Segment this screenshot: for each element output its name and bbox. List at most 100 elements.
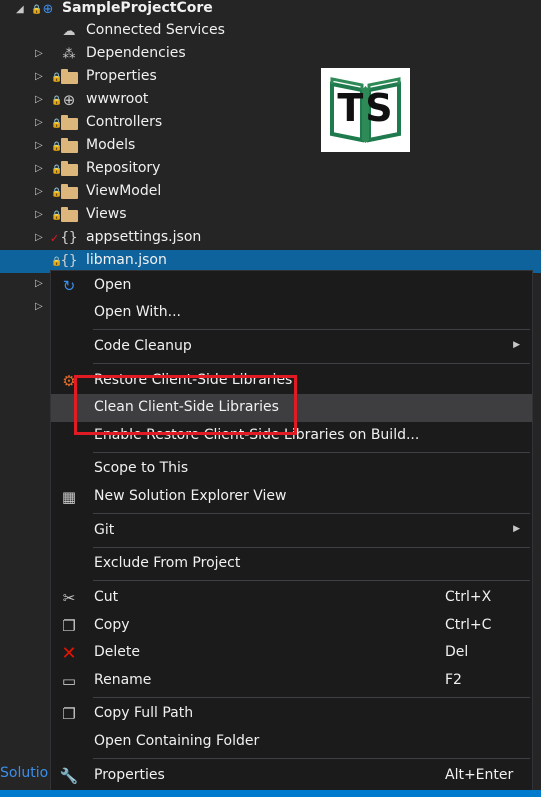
tree-item-models[interactable]: ▷ 🔒 Models	[0, 135, 541, 158]
menu-separator	[93, 758, 530, 759]
collapsed-arrow-icon[interactable]: ▷	[35, 117, 43, 128]
tree-item-label: Views	[86, 206, 127, 222]
menu-item-git[interactable]: Git ▶	[51, 517, 532, 545]
dependencies-icon: ⁂	[62, 46, 76, 62]
tree-item-label: Controllers	[86, 114, 163, 130]
menu-item-open-containing-folder[interactable]: Open Containing Folder	[51, 728, 532, 756]
tree-item-label: Dependencies	[86, 45, 186, 61]
tree-item-appsettings[interactable]: ▷ ✓ {} appsettings.json	[0, 227, 541, 250]
solution-explorer-icon: ▦	[61, 488, 77, 506]
menu-separator	[93, 452, 530, 453]
tree-item-label: Properties	[86, 68, 157, 84]
menu-item-delete[interactable]: ✕ Delete Del	[51, 639, 532, 667]
collapsed-arrow-icon[interactable]: ▷	[35, 209, 43, 220]
tree-item-label: ViewModel	[86, 183, 162, 199]
menu-item-code-cleanup[interactable]: Code Cleanup ▶	[51, 333, 532, 361]
menu-item-label: Cut	[94, 589, 119, 605]
copy-path-icon: ❐	[62, 705, 76, 723]
cloud-icon: ☁	[62, 23, 76, 39]
menu-item-label: Scope to This	[94, 460, 189, 476]
rename-icon: ▭	[61, 672, 77, 690]
folder-icon	[60, 138, 78, 155]
menu-item-copy[interactable]: ❐ Copy Ctrl+C	[51, 612, 532, 640]
context-menu: ↻ Open Open With... Code Cleanup ▶ ⚙ Res…	[50, 270, 533, 797]
collapsed-arrow-icon[interactable]: ▷	[35, 71, 43, 82]
tree-item-wwwroot[interactable]: ▷ 🔒 ⊕ wwwroot	[0, 89, 541, 112]
json-file-icon: {}	[60, 253, 78, 269]
project-name: SampleProjectCore	[62, 0, 213, 16]
folder-icon	[60, 161, 78, 178]
annotation-highlight-box	[74, 375, 297, 435]
menu-item-new-solution-view[interactable]: ▦ New Solution Explorer View	[51, 483, 532, 511]
collapsed-arrow-icon[interactable]: ▷	[35, 301, 43, 312]
solution-explorer-tab[interactable]: Solutio	[0, 765, 50, 785]
menu-item-shortcut: Del	[445, 644, 469, 660]
menu-item-label: Properties	[94, 767, 165, 783]
collapsed-arrow-icon[interactable]: ▷	[35, 186, 43, 197]
menu-item-shortcut: Alt+Enter	[445, 767, 514, 783]
folder-icon	[60, 184, 78, 201]
menu-separator	[93, 547, 530, 548]
tree-item-label: libman.json	[86, 252, 167, 268]
submenu-arrow-icon: ▶	[513, 340, 520, 350]
collapsed-arrow-icon[interactable]: ▷	[35, 278, 43, 289]
menu-item-label: Delete	[94, 644, 140, 660]
status-bar	[0, 790, 541, 797]
tree-item-views[interactable]: ▷ 🔒 Views	[0, 204, 541, 227]
menu-separator	[93, 580, 530, 581]
menu-item-label: Copy Full Path	[94, 705, 194, 721]
menu-item-scope-to-this[interactable]: Scope to This	[51, 455, 532, 483]
menu-item-copy-full-path[interactable]: ❐ Copy Full Path	[51, 700, 532, 728]
menu-item-label: Code Cleanup	[94, 338, 192, 354]
menu-item-shortcut: Ctrl+C	[445, 617, 492, 633]
tree-item-label: appsettings.json	[86, 229, 202, 245]
collapsed-arrow-icon[interactable]: ▷	[35, 48, 43, 59]
tree-item-connected-services[interactable]: ☁ Connected Services	[0, 20, 541, 43]
menu-item-label: Copy	[94, 617, 130, 633]
menu-separator	[93, 513, 530, 514]
menu-item-rename[interactable]: ▭ Rename F2	[51, 667, 532, 695]
menu-item-cut[interactable]: ✂ Cut Ctrl+X	[51, 584, 532, 612]
globe-icon: ⊕	[62, 91, 76, 109]
checkmark-icon: ✓	[50, 232, 60, 245]
menu-item-label: Open Containing Folder	[94, 733, 260, 749]
tree-root-project[interactable]: ◢ 🔒 ⊕ SampleProjectCore	[0, 0, 541, 21]
menu-item-open-with[interactable]: Open With...	[51, 299, 532, 327]
collapsed-arrow-icon[interactable]: ▷	[35, 163, 43, 174]
tree-item-properties[interactable]: ▷ 🔒 Properties	[0, 66, 541, 89]
collapsed-arrow-icon[interactable]: ▷	[35, 94, 43, 105]
menu-item-label: Open	[94, 277, 132, 293]
menu-separator	[93, 363, 530, 364]
tree-item-label: wwwroot	[86, 91, 149, 107]
menu-item-open[interactable]: ↻ Open	[51, 272, 532, 300]
tree-item-repository[interactable]: ▷ 🔒 Repository	[0, 158, 541, 181]
tree-item-label: Connected Services	[86, 22, 225, 38]
tree-item-label: Repository	[86, 160, 161, 176]
tree-item-label: Models	[86, 137, 136, 153]
open-refresh-icon: ↻	[62, 277, 76, 295]
delete-x-icon: ✕	[61, 642, 77, 664]
menu-separator	[93, 697, 530, 698]
folder-icon	[60, 115, 78, 132]
collapsed-arrow-icon[interactable]: ▷	[35, 232, 43, 243]
scissors-icon: ✂	[62, 589, 76, 607]
json-file-icon: {}	[60, 230, 78, 246]
expanded-arrow-icon[interactable]: ◢	[16, 4, 24, 15]
folder-icon	[60, 207, 78, 224]
collapsed-arrow-icon[interactable]: ▷	[35, 140, 43, 151]
menu-separator	[93, 329, 530, 330]
copy-icon: ❐	[62, 617, 76, 635]
tree-item-viewmodel[interactable]: ▷ 🔒 ViewModel	[0, 181, 541, 204]
menu-item-label: Open With...	[94, 304, 181, 320]
menu-item-label: Rename	[94, 672, 152, 688]
menu-item-exclude[interactable]: Exclude From Project	[51, 550, 532, 578]
logo-text: TS	[337, 86, 395, 130]
folder-icon	[60, 69, 78, 86]
menu-item-label: New Solution Explorer View	[94, 488, 287, 504]
tree-item-controllers[interactable]: ▷ 🔒 Controllers	[0, 112, 541, 135]
tree-item-dependencies[interactable]: ▷ ⁂ Dependencies	[0, 43, 541, 66]
menu-item-shortcut: F2	[445, 672, 462, 688]
menu-item-properties[interactable]: 🔧 Properties Alt+Enter	[51, 762, 532, 790]
menu-item-label: Git	[94, 522, 115, 538]
menu-item-shortcut: Ctrl+X	[445, 589, 492, 605]
